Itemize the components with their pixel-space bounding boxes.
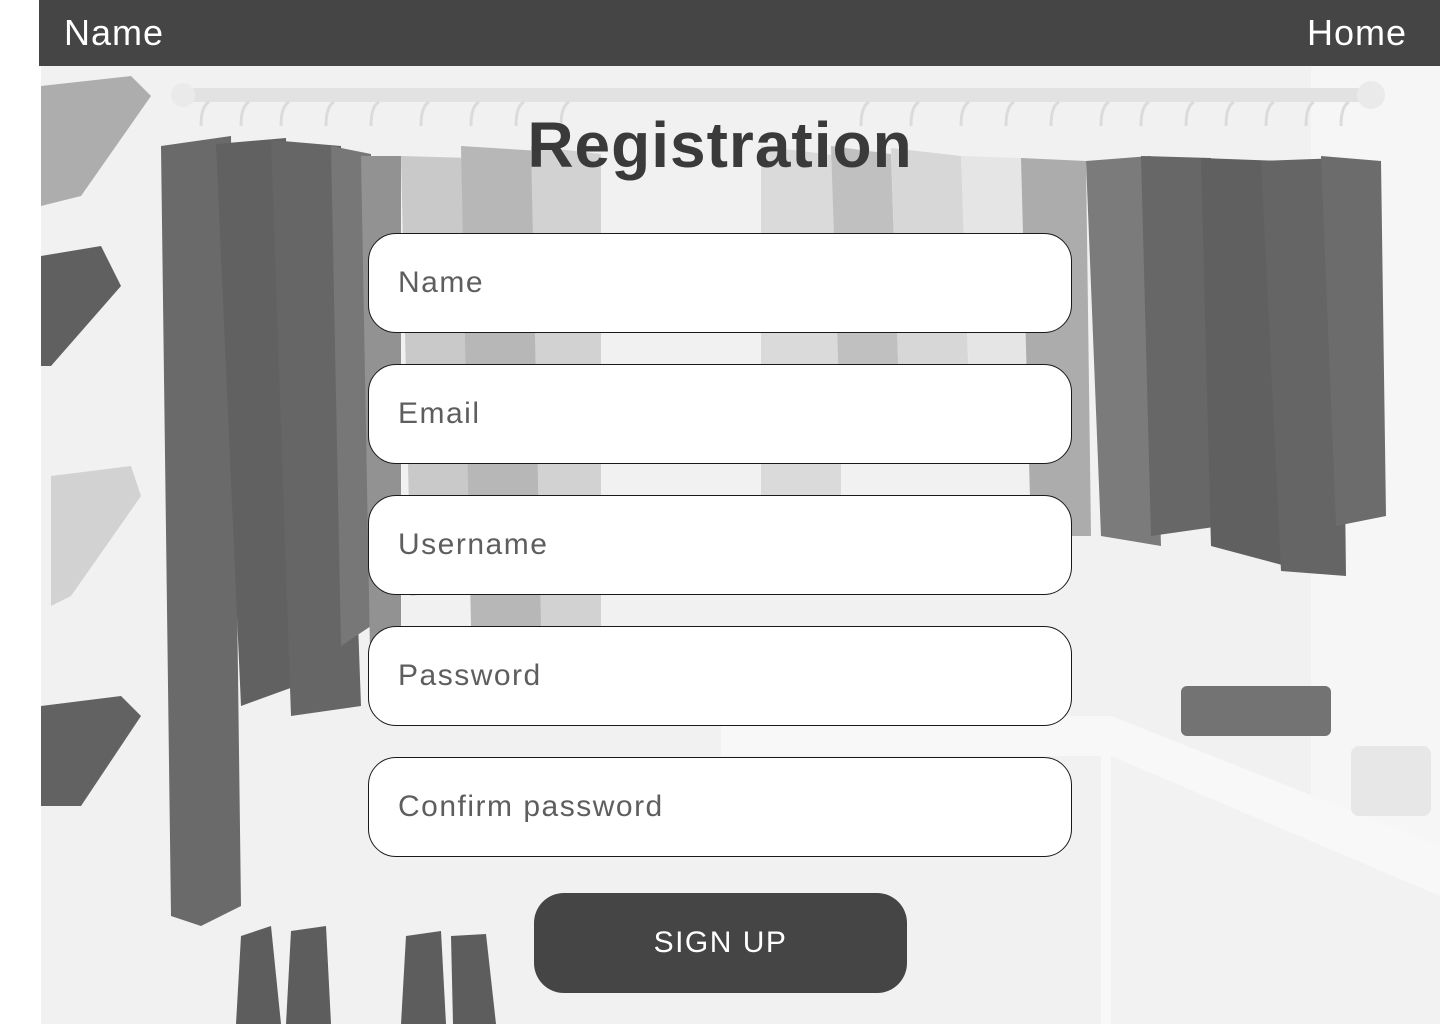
home-link[interactable]: Home [1307,12,1407,54]
confirm-password-input[interactable] [368,757,1072,857]
name-input[interactable] [368,233,1072,333]
page-title: Registration [527,109,913,181]
sign-up-button[interactable]: SIGN UP [534,893,907,993]
registration-page: Name Home Registration SIGN UP [0,0,1440,1024]
password-input[interactable] [368,626,1072,726]
brand-name-link[interactable]: Name [64,12,164,54]
username-input[interactable] [368,495,1072,595]
registration-form [368,233,1072,888]
top-navbar: Name Home [39,0,1440,66]
email-input[interactable] [368,364,1072,464]
